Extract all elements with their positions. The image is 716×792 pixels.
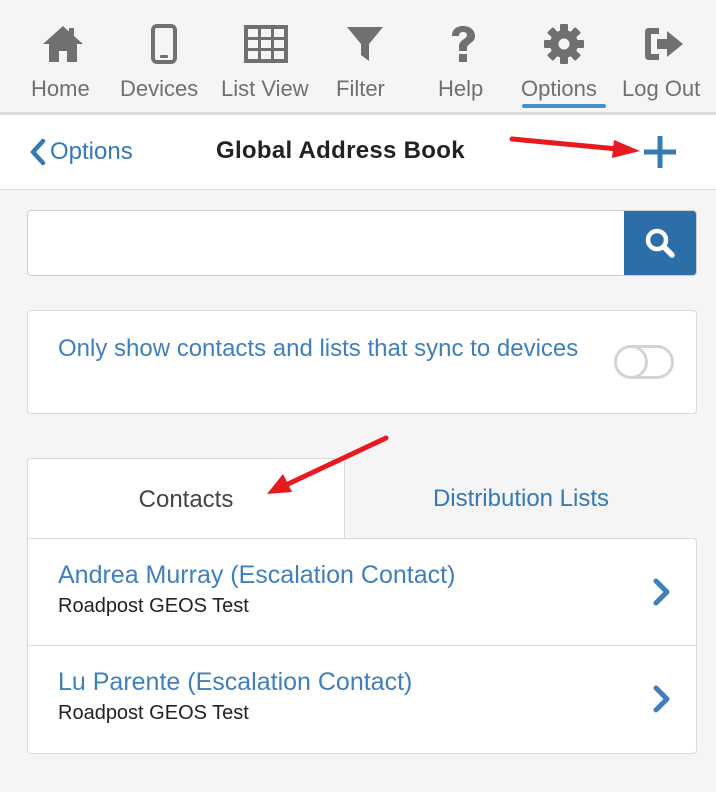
page-title: Global Address Book: [216, 137, 465, 164]
nav-item-filter[interactable]: Filter: [330, 0, 400, 112]
search-icon: [645, 228, 675, 258]
contact-organization: Roadpost GEOS Test: [58, 702, 249, 724]
contact-row[interactable]: Lu Parente (Escalation Contact) Roadpost…: [28, 646, 696, 753]
chevron-right-icon: [653, 685, 670, 713]
contact-tabs: Contacts Distribution Lists: [27, 458, 697, 540]
back-button-label: Options: [50, 138, 133, 165]
contact-row[interactable]: Andrea Murray (Escalation Contact) Roadp…: [28, 539, 696, 646]
nav-item-options[interactable]: Options: [518, 0, 610, 112]
nav-item-help[interactable]: Help: [430, 0, 496, 112]
nav-label-list-view: List View: [221, 76, 309, 101]
nav-label-options: Options: [521, 76, 597, 101]
gear-icon: [542, 22, 586, 66]
phone-icon: [142, 22, 186, 66]
nav-label-home: Home: [31, 76, 90, 101]
search-bar: [27, 210, 697, 276]
sync-filter-label: Only show contacts and lists that sync t…: [58, 335, 579, 362]
nav-label-log-out: Log Out: [622, 76, 701, 101]
logout-icon: [642, 22, 686, 66]
home-icon: [41, 22, 85, 66]
search-input[interactable]: [28, 211, 624, 275]
page-header: Options Global Address Book: [0, 115, 716, 190]
nav-label-help: Help: [438, 76, 484, 101]
nav-item-log-out[interactable]: Log Out: [620, 0, 710, 112]
back-button[interactable]: Options: [28, 135, 133, 169]
sync-filter-toggle[interactable]: [614, 345, 674, 379]
grid-icon: [244, 22, 288, 66]
search-button[interactable]: [624, 211, 696, 275]
contact-list: Andrea Murray (Escalation Contact) Roadp…: [27, 538, 697, 754]
nav-label-devices: Devices: [120, 76, 199, 101]
sync-filter-card: Only show contacts and lists that sync t…: [27, 310, 697, 414]
toggle-knob: [614, 345, 648, 379]
contact-name: Lu Parente (Escalation Contact): [58, 668, 413, 696]
nav-item-devices[interactable]: Devices: [118, 0, 210, 112]
active-tab-indicator: [522, 104, 606, 108]
tab-distribution-lists[interactable]: Distribution Lists: [345, 458, 697, 540]
nav-item-list-view[interactable]: List View: [218, 0, 318, 112]
top-navigation: Home Devices List View Filter Help Optio…: [0, 0, 716, 112]
chevron-right-icon: [653, 578, 670, 606]
filter-icon: [343, 22, 387, 66]
add-contact-button[interactable]: [640, 132, 680, 172]
tab-contacts[interactable]: Contacts: [27, 458, 345, 540]
question-icon: [441, 22, 485, 66]
nav-item-home[interactable]: Home: [22, 0, 104, 112]
contact-organization: Roadpost GEOS Test: [58, 595, 249, 617]
chevron-left-icon: [30, 138, 46, 166]
plus-icon: [644, 136, 676, 168]
contact-name: Andrea Murray (Escalation Contact): [58, 561, 456, 589]
nav-label-filter: Filter: [336, 76, 385, 101]
